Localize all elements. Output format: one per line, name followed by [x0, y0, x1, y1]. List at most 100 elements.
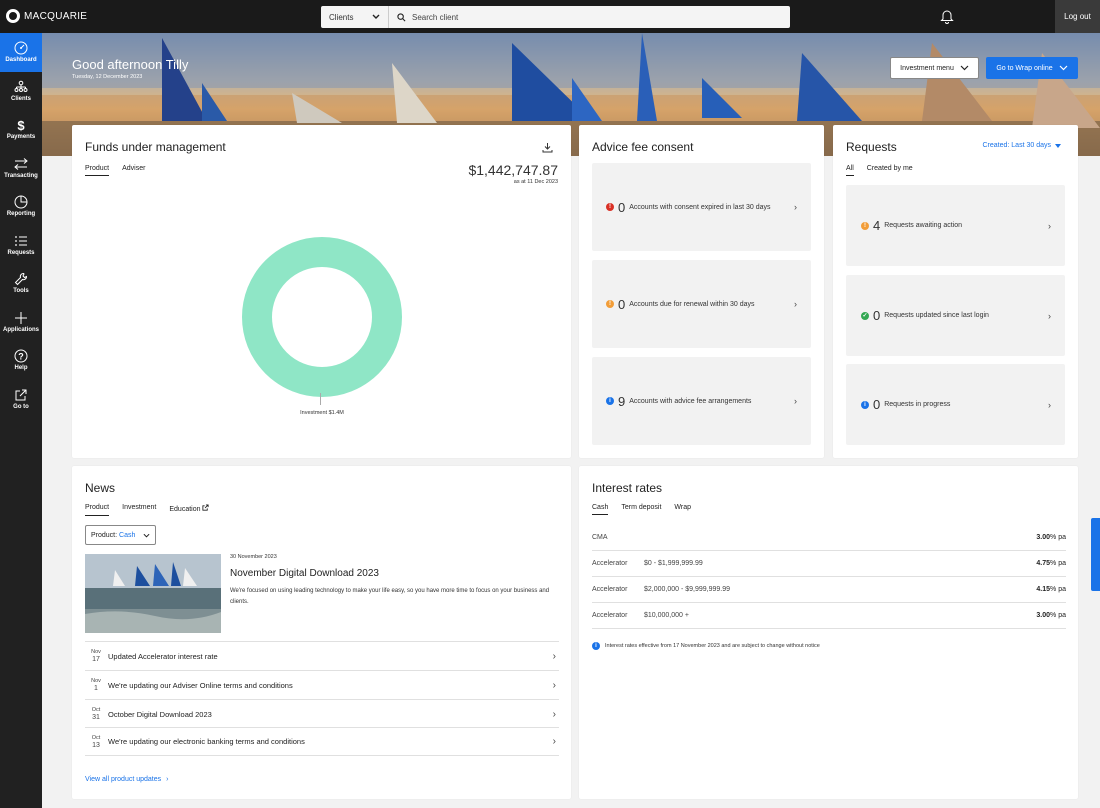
logout-button[interactable]: Log out: [1055, 0, 1100, 33]
request-tile-updated[interactable]: ✓ 0 Requests updated since last login ›: [846, 275, 1065, 356]
news-item[interactable]: Oct 13 We're updating our electronic bank…: [85, 727, 559, 756]
search-input[interactable]: Search client: [389, 13, 458, 22]
warning-icon: !: [861, 221, 869, 230]
request-tile-awaiting[interactable]: ! 4 Requests awaiting action ›: [846, 185, 1065, 266]
rate-range: $2,000,000 - $9,999,999.99: [644, 586, 731, 593]
rate-name: Accelerator: [592, 612, 628, 619]
dollar-icon: $: [17, 118, 25, 132]
wrench-icon: [14, 273, 27, 286]
greeting-date: Tuesday, 12 December 2023: [72, 74, 143, 80]
tab-term-deposit[interactable]: Term deposit: [621, 504, 661, 515]
search-placeholder: Search client: [412, 12, 459, 22]
advice-fee-title: Advice fee consent: [592, 140, 694, 154]
advice-tile-renewal[interactable]: ! 0 Accounts due for renewal within 30 d…: [592, 260, 811, 348]
pie-chart-icon: [14, 195, 28, 209]
investment-menu-button[interactable]: Investment menu: [890, 57, 979, 79]
news-item[interactable]: Oct 31 October Digital Download 2023 ›: [85, 699, 559, 728]
sidebar-item-applications[interactable]: Applications: [0, 303, 42, 342]
info-icon: i: [606, 397, 614, 405]
funds-donut-chart: [242, 237, 402, 397]
tile-count: 4: [873, 218, 881, 233]
tile-text: Requests updated since last login: [884, 312, 989, 319]
sidebar-item-clients[interactable]: Clients: [0, 72, 42, 111]
view-all-link[interactable]: View all product updates ›: [85, 776, 168, 783]
tab-all[interactable]: All: [846, 165, 854, 176]
product-filter-select[interactable]: Product: Cash: [85, 525, 156, 545]
rate-name: Accelerator: [592, 586, 628, 593]
news-day: 31: [92, 714, 100, 721]
chevron-right-icon: ›: [552, 708, 556, 720]
top-bar: MACQUARIE Clients Search client Log out: [0, 0, 1100, 33]
news-date: Oct 13: [85, 734, 107, 750]
sidebar-item-label: Payments: [6, 134, 36, 141]
tab-product[interactable]: Product: [85, 504, 110, 516]
svg-text:$: $: [17, 118, 25, 132]
chevron-right-icon: ›: [794, 396, 797, 406]
news-date: Oct 31: [85, 706, 107, 722]
sidebar-item-requests[interactable]: Requests: [0, 226, 42, 265]
sidebar-item-dashboard[interactable]: Dashboard: [0, 33, 42, 72]
product-filter-value: Cash: [119, 531, 136, 539]
chevron-down-icon: [372, 14, 380, 19]
tab-adviser[interactable]: Adviser: [122, 165, 145, 176]
tile-count: 0: [618, 296, 626, 312]
funds-title: Funds under management: [85, 140, 226, 154]
requests-filter[interactable]: Created: Last 30 days: [983, 142, 1061, 149]
news-title-text: October Digital Download 2023: [108, 709, 212, 719]
news-card: News Product Investment Education Produc…: [72, 466, 571, 799]
featured-headline[interactable]: November Digital Download 2023: [230, 568, 379, 579]
rate-value: 4.15% pa: [1036, 586, 1066, 593]
list-icon: [15, 235, 27, 246]
chevron-right-icon: ›: [794, 202, 797, 212]
featured-summary: We're focused on using leading technolog…: [230, 588, 550, 605]
tile-count: 0: [618, 199, 626, 215]
donut-slice-investment[interactable]: [242, 237, 402, 397]
tab-wrap[interactable]: Wrap: [674, 504, 691, 515]
tab-product[interactable]: Product: [85, 165, 110, 176]
funds-total: $1,442,747.87: [468, 162, 558, 178]
transfer-icon: [14, 157, 28, 170]
sidebar-item-go-to[interactable]: Go to: [0, 380, 42, 419]
sidebar-item-label: Transacting: [4, 172, 38, 179]
sidebar-item-help[interactable]: ? Help: [0, 341, 42, 380]
news-item[interactable]: Nov 1 We're updating our Adviser Online t…: [85, 670, 559, 699]
requests-tabs: All Created by me: [846, 165, 913, 176]
interest-rates-title: Interest rates: [592, 481, 663, 495]
news-item[interactable]: Nov 17 Updated Accelerator interest rate …: [85, 641, 559, 670]
sidebar-item-tools[interactable]: Tools: [0, 264, 42, 303]
chevron-down-icon: [1059, 65, 1068, 71]
request-tile-in-progress[interactable]: i 0 Requests in progress ›: [846, 364, 1065, 445]
go-to-wrap-button[interactable]: Go to Wrap online: [986, 57, 1078, 79]
sidebar-item-payments[interactable]: $ Payments: [0, 110, 42, 149]
tile-text: Accounts with advice fee arrangements: [629, 397, 752, 405]
tab-investment[interactable]: Investment: [122, 504, 156, 516]
rate-unit: % pa: [1050, 534, 1066, 541]
rate-name: CMA: [592, 534, 608, 541]
tab-cash[interactable]: Cash: [592, 504, 609, 515]
chevron-right-icon: ›: [1048, 399, 1051, 410]
news-month: Nov: [91, 649, 101, 655]
brand-logo[interactable]: MACQUARIE: [6, 9, 87, 23]
chevron-right-icon: ›: [794, 299, 797, 309]
advice-tile-expired[interactable]: ! 0 Accounts with consent expired in las…: [592, 163, 811, 251]
tab-created-by-me[interactable]: Created by me: [867, 165, 913, 176]
feedback-tab[interactable]: [1091, 518, 1100, 591]
sidebar-item-transacting[interactable]: Transacting: [0, 149, 42, 188]
rate-unit: % pa: [1050, 612, 1066, 619]
news-day: 13: [92, 741, 100, 749]
rate-range: $10,000,000 +: [644, 612, 689, 619]
info-icon: i: [861, 400, 869, 409]
check-icon: ✓: [861, 311, 869, 320]
dashboard-icon: [14, 41, 28, 55]
advice-tile-arrangements[interactable]: i 9 Accounts with advice fee arrangement…: [592, 357, 811, 445]
search-scope-select[interactable]: Clients: [321, 6, 389, 28]
download-icon[interactable]: [542, 142, 553, 153]
news-date: Nov 1: [85, 677, 107, 693]
funds-chart-label: Investment $1.4M: [300, 410, 344, 416]
sidebar-item-reporting[interactable]: Reporting: [0, 187, 42, 226]
news-featured-image: [85, 554, 221, 633]
rate-number: 4.15: [1036, 586, 1051, 593]
tab-education[interactable]: Education: [169, 504, 210, 516]
bell-icon[interactable]: [940, 8, 954, 24]
funds-card: Funds under management Product Adviser $…: [72, 125, 571, 458]
